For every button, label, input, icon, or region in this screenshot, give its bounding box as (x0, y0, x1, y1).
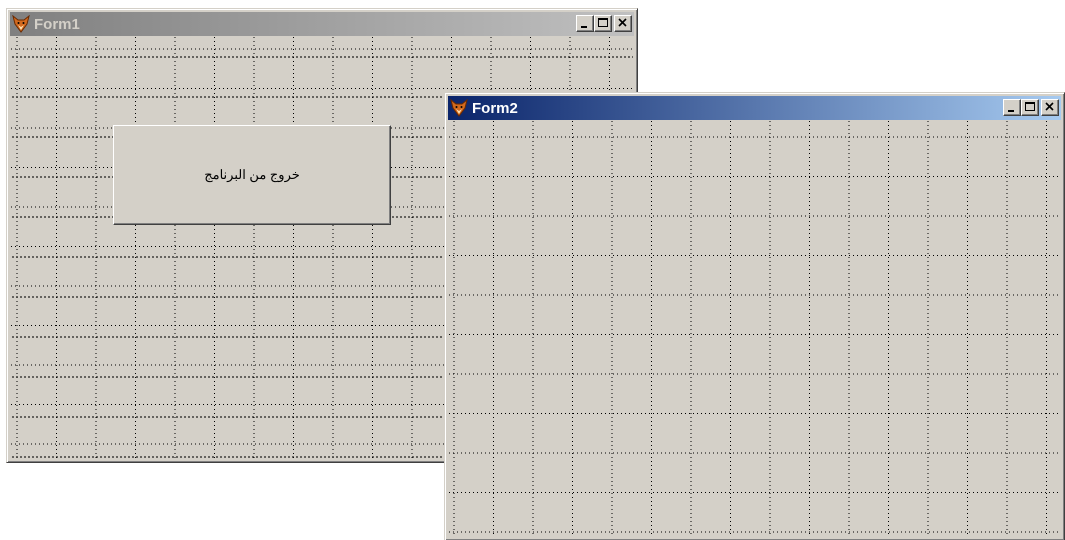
form1-title-bar[interactable]: Form1 (10, 12, 634, 36)
form2-maximize-button[interactable] (1021, 99, 1039, 116)
form2-minimize-button[interactable] (1003, 99, 1021, 116)
form1-close-button[interactable] (614, 15, 632, 32)
exit-program-button[interactable]: خروج من البرنامج (113, 125, 391, 225)
fox-icon (450, 99, 468, 117)
minimize-icon (581, 26, 587, 28)
form1-minimize-button[interactable] (576, 15, 594, 32)
form2-design-grid (449, 121, 1060, 536)
form2-title-bar[interactable]: Form2 (448, 96, 1061, 120)
form1-maximize-button[interactable] (594, 15, 612, 32)
form2-client-area[interactable] (449, 121, 1060, 536)
fox-icon (12, 15, 30, 33)
form2-close-button[interactable] (1041, 99, 1059, 116)
maximize-icon (1025, 102, 1035, 111)
close-icon (618, 18, 627, 27)
form1-title: Form1 (34, 15, 80, 33)
close-icon (1045, 102, 1054, 111)
form2-window[interactable]: Form2 (444, 92, 1065, 540)
minimize-icon (1008, 110, 1014, 112)
form2-title: Form2 (472, 99, 518, 117)
maximize-icon (598, 18, 608, 27)
